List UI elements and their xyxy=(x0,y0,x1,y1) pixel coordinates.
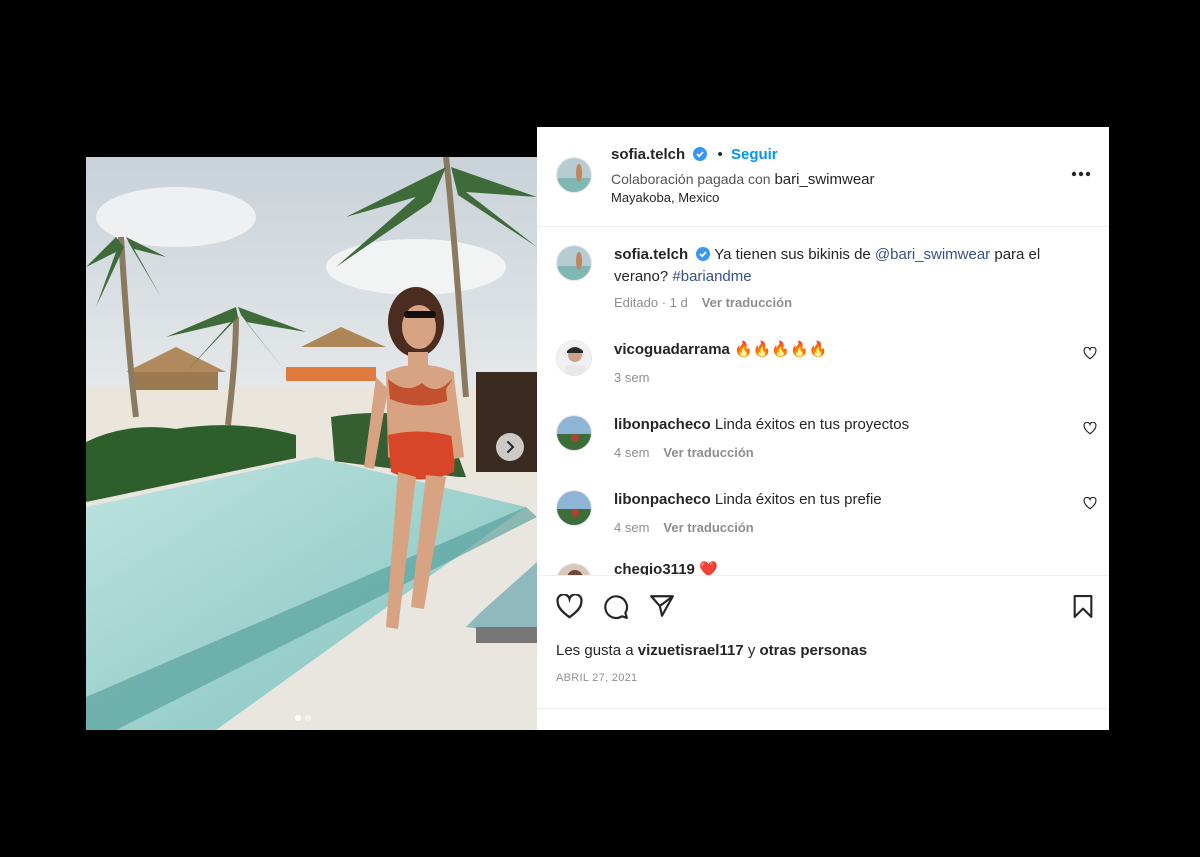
comment-text: Linda éxitos en tus prefie xyxy=(714,491,882,508)
heart-icon[interactable] xyxy=(1083,422,1097,435)
action-bar: Les gusta a vizuetisrael117 y otras pers… xyxy=(537,575,1109,731)
comment-icon[interactable] xyxy=(603,594,629,620)
caption-edited-time: Editado · 1 d xyxy=(614,295,688,310)
divider xyxy=(537,708,1109,709)
commenter-username[interactable]: vicoguadarrama xyxy=(614,341,730,358)
separator-dot: • xyxy=(717,146,723,163)
carousel-dots xyxy=(295,715,311,721)
likes-prefix: Les gusta a xyxy=(556,642,634,659)
bookmark-icon[interactable] xyxy=(1072,594,1094,619)
caption-author[interactable]: sofia.telch xyxy=(614,246,688,263)
heart-icon[interactable] xyxy=(1083,497,1097,510)
post-header: sofia.telch • Seguir Colaboración pagada… xyxy=(537,127,1109,227)
likes-summary: Les gusta a vizuetisrael117 y otras pers… xyxy=(556,642,867,659)
more-options-icon xyxy=(1071,171,1091,177)
post-date: ABRIL 27, 2021 xyxy=(556,672,638,684)
caption-hashtag[interactable]: #bariandme xyxy=(672,268,751,285)
comments-list[interactable]: sofia.telch Ya tienen sus bikinis de @ba… xyxy=(537,227,1109,575)
paid-partnership: Colaboración pagada con bari_swimwear xyxy=(611,171,875,188)
likes-user[interactable]: vizuetisrael117 xyxy=(638,642,744,659)
comment-time: 4 sem xyxy=(614,520,650,535)
chevron-right-icon xyxy=(507,441,515,453)
caption-mention[interactable]: @bari_swimwear xyxy=(875,246,990,263)
comment-translate-link[interactable]: Ver traducción xyxy=(663,520,753,535)
share-icon[interactable] xyxy=(649,594,675,618)
comment-translate-link[interactable]: Ver traducción xyxy=(663,445,753,460)
beach-pool-photo xyxy=(86,157,537,730)
author-username[interactable]: sofia.telch xyxy=(611,146,685,163)
caption-avatar[interactable] xyxy=(556,245,592,281)
carousel-next-button[interactable] xyxy=(496,433,524,461)
comment-time: 4 sem xyxy=(614,445,650,460)
comment-text: ❤️ xyxy=(699,561,718,575)
commenter-avatar[interactable] xyxy=(556,490,592,526)
location-link[interactable]: Mayakoba, Mexico xyxy=(611,190,719,205)
commenter-username[interactable]: libonpacheco xyxy=(614,491,711,508)
comment-text: Linda éxitos en tus proyectos xyxy=(714,416,910,433)
post-panel: sofia.telch • Seguir Colaboración pagada… xyxy=(537,127,1109,730)
author-avatar[interactable] xyxy=(556,157,592,193)
carousel-dot xyxy=(295,715,301,721)
commenter-username[interactable]: libonpacheco xyxy=(614,416,711,433)
partner-username[interactable]: bari_swimwear xyxy=(774,171,874,188)
paid-partnership-label: Colaboración pagada con xyxy=(611,171,771,187)
verified-badge-icon xyxy=(693,147,708,161)
commenter-avatar[interactable] xyxy=(556,415,592,451)
caption-translate-link[interactable]: Ver traducción xyxy=(702,295,792,310)
caption-body-start: Ya tienen sus bikinis de xyxy=(714,246,871,263)
post-photo[interactable] xyxy=(86,157,537,730)
verified-badge-icon xyxy=(696,247,711,261)
comment-time: 3 sem xyxy=(614,370,650,385)
heart-icon[interactable] xyxy=(1083,347,1097,360)
likes-conjunction: y xyxy=(747,642,756,659)
carousel-dot xyxy=(305,715,311,721)
likes-others[interactable]: otras personas xyxy=(760,642,868,659)
commenter-avatar[interactable] xyxy=(556,563,592,575)
follow-button[interactable]: Seguir xyxy=(731,146,778,163)
caption-meta: Editado · 1 d Ver traducción xyxy=(614,295,792,310)
commenter-username[interactable]: chegio3119 xyxy=(614,561,695,575)
heart-icon[interactable] xyxy=(556,594,583,619)
commenter-avatar[interactable] xyxy=(556,340,592,376)
more-options-button[interactable] xyxy=(1071,164,1091,182)
caption-text: sofia.telch Ya tienen sus bikinis de @ba… xyxy=(614,244,1074,288)
comment-text: 🔥🔥🔥🔥🔥 xyxy=(734,341,828,358)
